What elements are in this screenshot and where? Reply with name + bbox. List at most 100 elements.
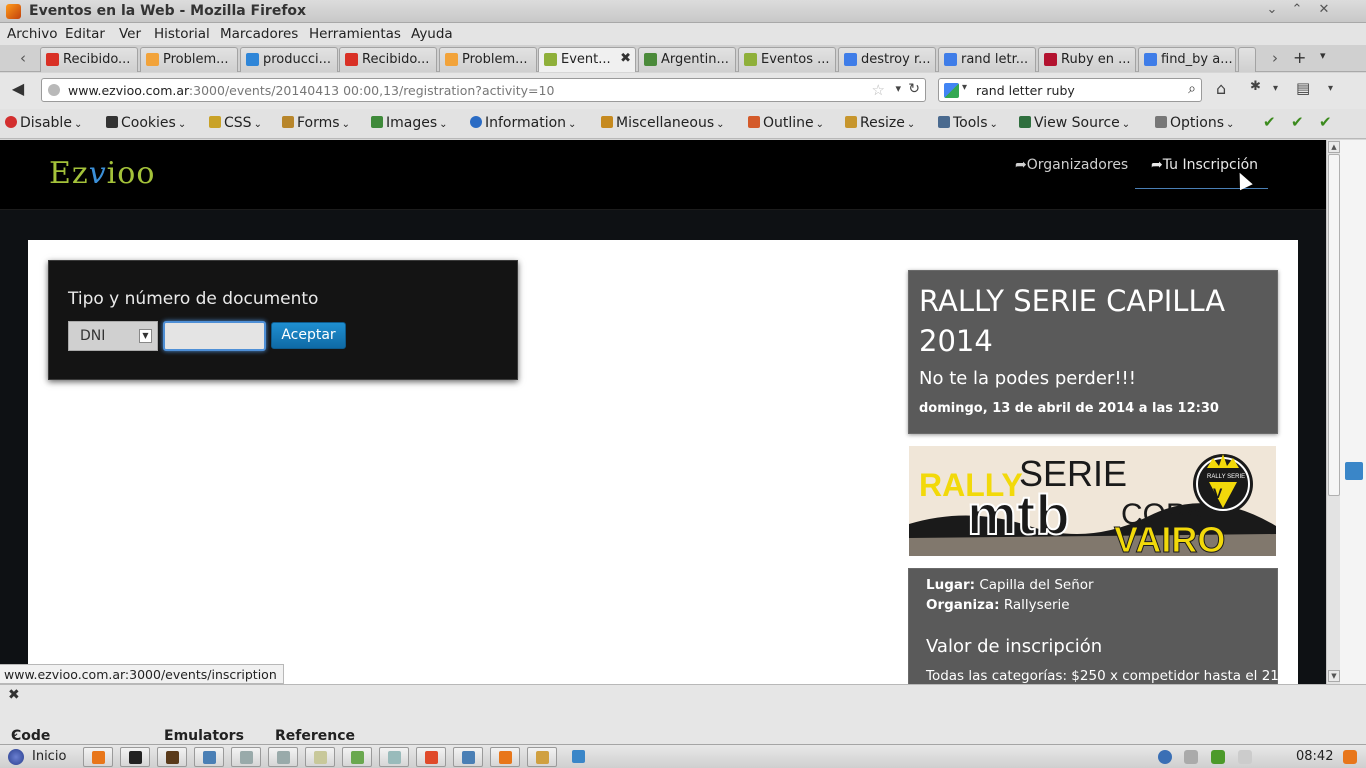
- tab-google-find[interactable]: find_by a...: [1138, 47, 1236, 72]
- editor-icon: [536, 751, 549, 764]
- new-tab-icon[interactable]: +: [1293, 48, 1306, 67]
- tab-problem-2[interactable]: Problem...: [439, 47, 537, 72]
- dev-resize[interactable]: Resize ⌄: [845, 115, 915, 131]
- dev-outline[interactable]: Outline ⌄: [748, 115, 824, 131]
- menu-dropdown-icon[interactable]: ▾: [1328, 83, 1333, 94]
- app-icon: [166, 751, 179, 764]
- tab-eventos[interactable]: Eventos ...: [738, 47, 836, 72]
- url-history-dropdown-icon[interactable]: ▾: [895, 82, 901, 95]
- dev-view-source[interactable]: View Source ⌄: [1019, 115, 1130, 131]
- taskbar-app-10[interactable]: [416, 747, 446, 767]
- taskbar-app-5[interactable]: [231, 747, 261, 767]
- taskbar-app-11[interactable]: [453, 747, 483, 767]
- scroll-down-icon[interactable]: ▼: [1328, 670, 1340, 682]
- taskbar-app-3[interactable]: [157, 747, 187, 767]
- document-type-select[interactable]: DNI ▼: [68, 321, 158, 351]
- network-tray-icon[interactable]: [1184, 750, 1198, 764]
- search-engine-dropdown-icon[interactable]: ▾: [962, 82, 967, 93]
- nav-organizadores[interactable]: ➦Organizadores: [1015, 157, 1128, 173]
- taskbar-terminal[interactable]: [120, 747, 150, 767]
- images-icon: [371, 116, 383, 128]
- minimize-icon[interactable]: ⌄: [1262, 2, 1282, 20]
- dev-images[interactable]: Images ⌄: [371, 115, 448, 131]
- dock-app-icon[interactable]: [1345, 462, 1363, 480]
- menu-historial[interactable]: Historial: [154, 26, 210, 42]
- dev-cookies[interactable]: Cookies ⌄: [106, 115, 186, 131]
- tab-gmail-2[interactable]: Recibido...: [339, 47, 437, 72]
- url-bar[interactable]: www.ezvioo.com.ar:3000/events/20140413 0…: [41, 78, 926, 102]
- home-icon[interactable]: ⌂: [1216, 79, 1226, 98]
- chevron-down-icon[interactable]: ▼: [139, 329, 152, 343]
- taskbar-app-8[interactable]: [342, 747, 372, 767]
- menu-editar[interactable]: Editar: [65, 26, 105, 42]
- taskbar-app-12[interactable]: [490, 747, 520, 767]
- dev-information[interactable]: Information ⌄: [470, 115, 576, 131]
- maximize-icon[interactable]: ⌃: [1287, 2, 1307, 20]
- page-scrollbar[interactable]: ▲ ▼: [1326, 140, 1340, 684]
- event-title: RALLY SERIE CAPILLA 2014: [919, 284, 1226, 358]
- taskbar-app-13[interactable]: [527, 747, 557, 767]
- tab-eventos-active[interactable]: Event... ✖: [538, 47, 636, 72]
- tab-gmail-1[interactable]: Recibido...: [40, 47, 138, 72]
- dev-disable[interactable]: Disable ⌄: [5, 115, 82, 131]
- search-icon[interactable]: ⌕: [1188, 81, 1196, 97]
- close-tab-icon[interactable]: ✖: [620, 51, 631, 66]
- menu-ver[interactable]: Ver: [119, 26, 141, 42]
- tab-scroll-right-icon[interactable]: ›: [1272, 49, 1278, 67]
- addon-icon[interactable]: ✱: [1250, 79, 1261, 94]
- start-menu-icon[interactable]: [8, 749, 24, 765]
- dev-css[interactable]: CSS ⌄: [209, 115, 262, 131]
- document-number-input[interactable]: [163, 321, 266, 351]
- taskbar-firefox[interactable]: [83, 747, 113, 767]
- taskbar-app-7[interactable]: [305, 747, 335, 767]
- start-button[interactable]: Inicio: [32, 749, 66, 764]
- battery-tray-icon[interactable]: [1211, 750, 1225, 764]
- tab-ruby[interactable]: Ruby en ...: [1038, 47, 1136, 72]
- scrollbar-thumb[interactable]: [1328, 154, 1340, 496]
- google-search-engine-icon[interactable]: [944, 83, 959, 98]
- close-window-icon[interactable]: ✕: [1314, 2, 1334, 20]
- tab-google-destroy[interactable]: destroy r...: [838, 47, 936, 72]
- js-valid-check-icon[interactable]: ✔: [1319, 113, 1332, 131]
- dev-miscellaneous[interactable]: Miscellaneous ⌄: [601, 115, 725, 131]
- taskbar-app-9[interactable]: [379, 747, 409, 767]
- tab-google-rand[interactable]: rand letr...: [938, 47, 1036, 72]
- dev-forms[interactable]: Forms ⌄: [282, 115, 350, 131]
- reload-icon[interactable]: ↻: [908, 81, 920, 97]
- dm-icon: [644, 53, 657, 66]
- menu-herramientas[interactable]: Herramientas: [309, 26, 401, 42]
- menu-archivo[interactable]: Archivo: [7, 26, 57, 42]
- menu-marcadores[interactable]: Marcadores: [220, 26, 298, 42]
- taskbar-app-4[interactable]: [194, 747, 224, 767]
- site-identity-icon[interactable]: [48, 84, 60, 96]
- event-place: Lugar: Capilla del Señor: [926, 577, 1094, 593]
- css-valid-check-icon[interactable]: ✔: [1263, 113, 1276, 131]
- scroll-up-icon[interactable]: ▲: [1328, 141, 1340, 153]
- addon-dropdown-icon[interactable]: ▾: [1273, 83, 1278, 94]
- tab-list-icon[interactable]: ▾: [1320, 49, 1326, 62]
- cookies-icon: [106, 116, 118, 128]
- search-bar[interactable]: ▾ rand letter ruby ⌕: [938, 78, 1202, 102]
- notification-tray-icon[interactable]: [1343, 750, 1357, 764]
- taskbar-app-6[interactable]: [268, 747, 298, 767]
- dev-options[interactable]: Options ⌄: [1155, 115, 1234, 131]
- menu-ayuda[interactable]: Ayuda: [411, 26, 453, 42]
- html-valid-check-icon[interactable]: ✔: [1291, 113, 1304, 131]
- dev-tools[interactable]: Tools ⌄: [938, 115, 998, 131]
- bookmark-star-icon[interactable]: ☆: [872, 81, 885, 99]
- accept-button[interactable]: Aceptar: [271, 322, 346, 349]
- stackexchange-icon: [146, 53, 159, 66]
- taskbar-app-14[interactable]: [564, 747, 594, 767]
- notes-icon[interactable]: ▤: [1296, 79, 1310, 97]
- info-tray-icon[interactable]: [1158, 750, 1172, 764]
- back-arrow-icon[interactable]: ◀: [6, 79, 30, 101]
- close-toolbar-icon[interactable]: ✖: [8, 687, 20, 703]
- tab-argentina[interactable]: Argentin...: [638, 47, 736, 72]
- right-dock: [1340, 140, 1366, 684]
- site-logo[interactable]: Ezvioo: [49, 156, 155, 191]
- tab-overflow[interactable]: [1238, 47, 1256, 72]
- tab-problem-1[interactable]: Problem...: [140, 47, 238, 72]
- volume-tray-icon[interactable]: [1238, 750, 1252, 764]
- tab-scroll-left-icon[interactable]: ‹: [20, 49, 26, 67]
- tab-dropbox[interactable]: producci...: [240, 47, 338, 72]
